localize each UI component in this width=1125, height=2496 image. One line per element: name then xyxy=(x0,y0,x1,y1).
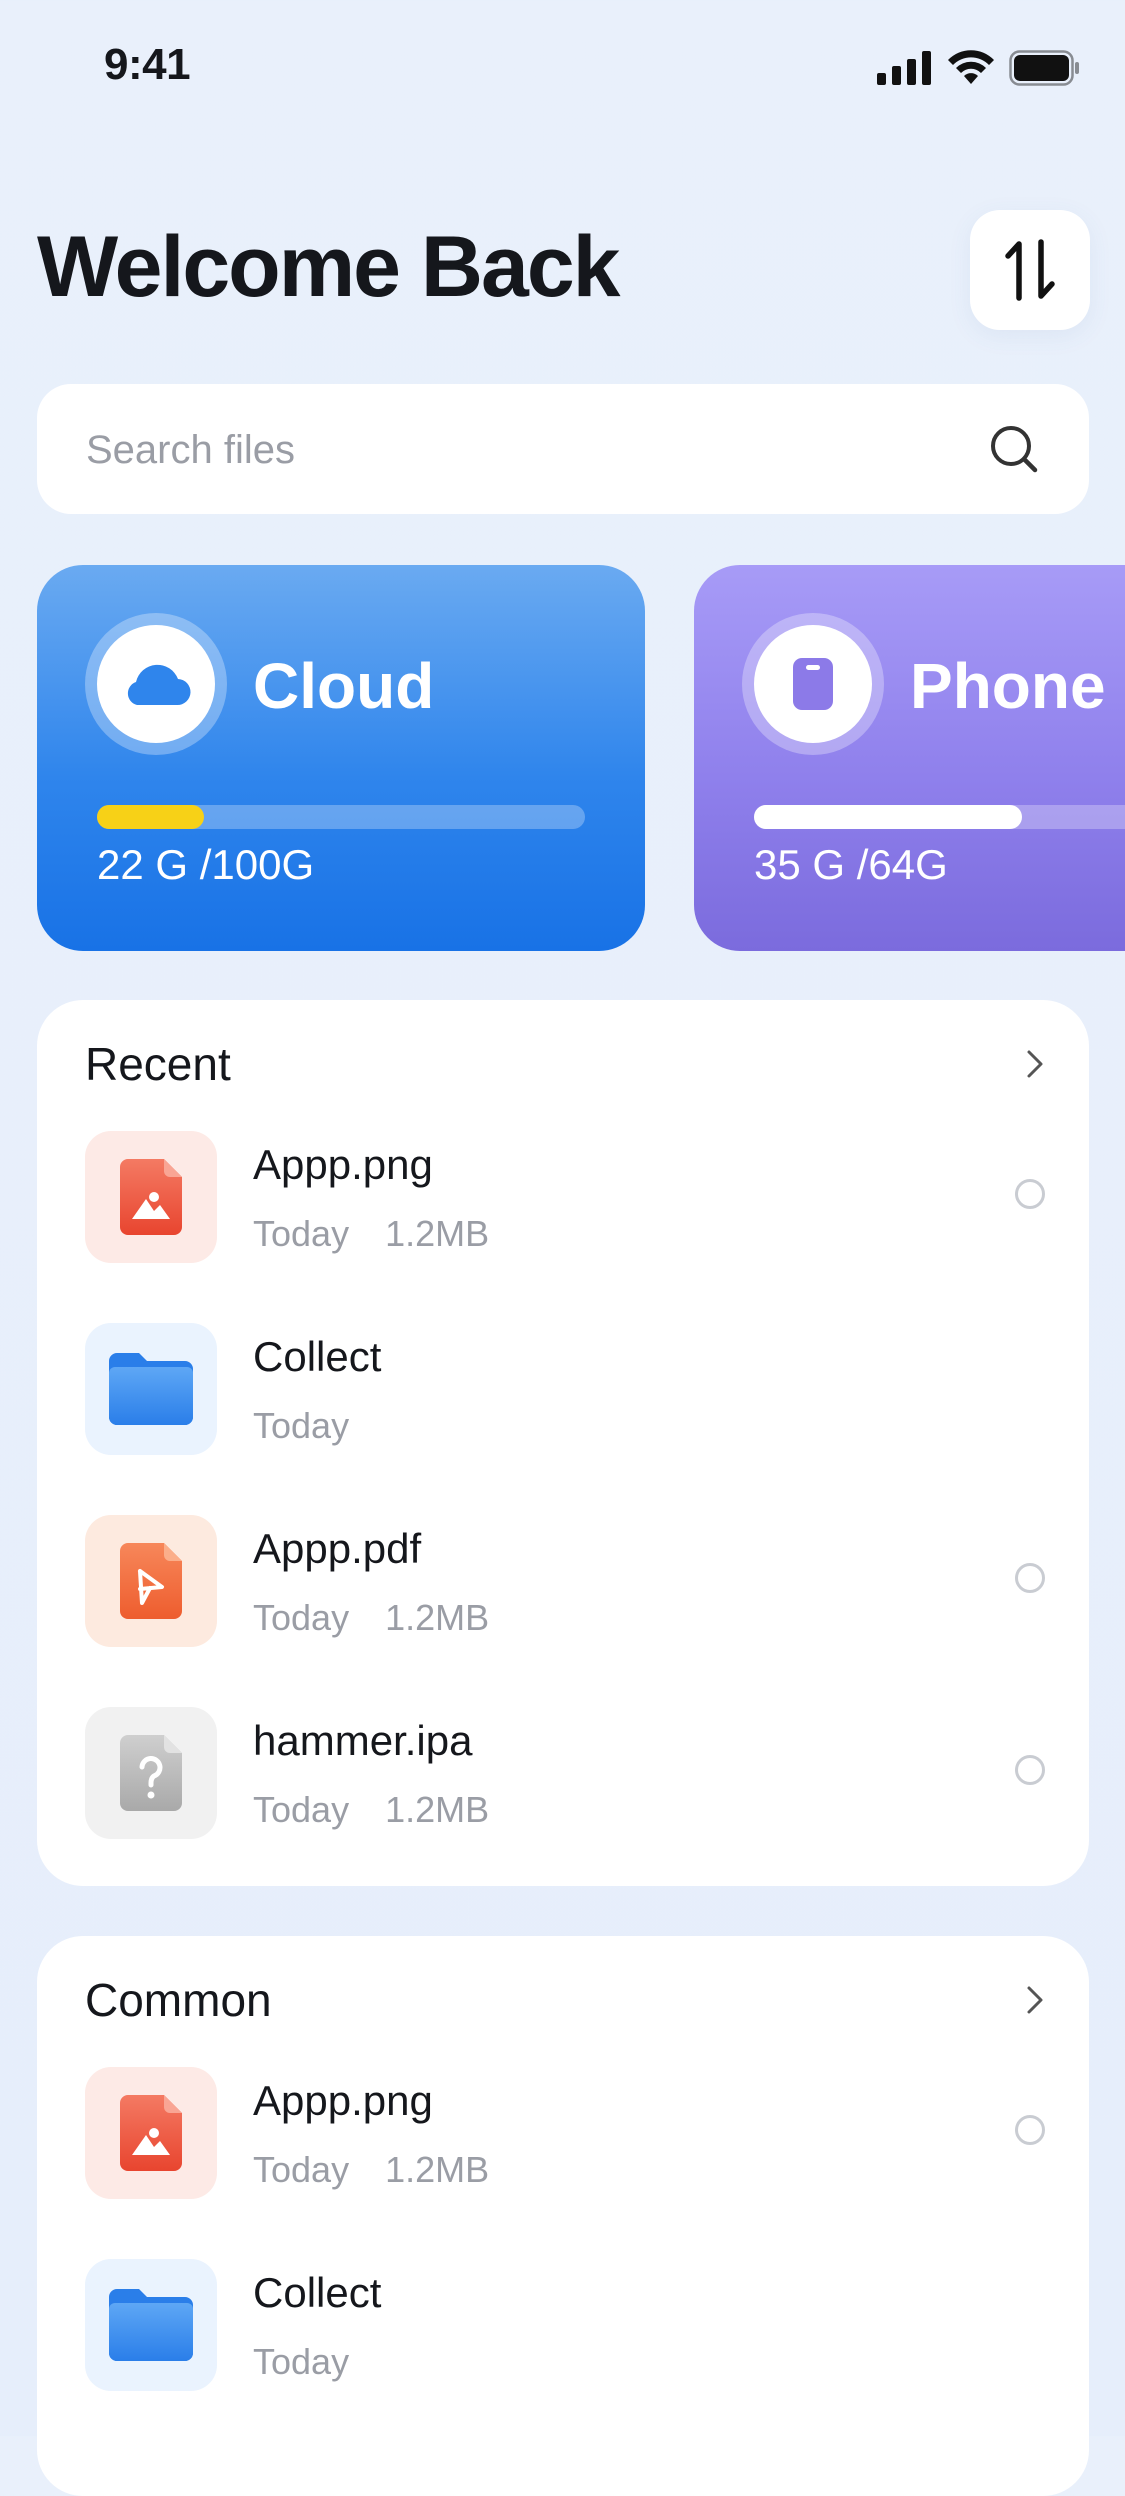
select-radio[interactable] xyxy=(1015,1755,1045,1785)
image-file-icon xyxy=(120,2095,182,2171)
file-date: Today xyxy=(253,1597,350,1638)
folder-icon xyxy=(109,1353,193,1425)
file-name: Collect xyxy=(253,1333,382,1380)
file-meta: Today 1.2MB xyxy=(253,1213,489,1255)
common-header[interactable]: Common xyxy=(85,1964,1045,2036)
file-date: Today xyxy=(253,1789,350,1830)
chevron-right-icon[interactable] xyxy=(1025,1048,1045,1080)
file-name: hammer.ipa xyxy=(253,1717,473,1764)
file-date: Today xyxy=(253,2341,350,2382)
file-size: 1.2MB xyxy=(385,2149,490,2190)
cloud-icon xyxy=(127,664,191,706)
chevron-right-icon[interactable] xyxy=(1025,1984,1045,2016)
file-date: Today xyxy=(253,1213,350,1254)
search-input[interactable] xyxy=(84,384,948,516)
storage-progress-fill xyxy=(754,805,1023,829)
search-bar[interactable] xyxy=(37,384,1089,516)
storage-usage-text: 22 G /100G xyxy=(97,841,315,888)
file-meta: Today xyxy=(253,2341,349,2383)
storage-card-cloud[interactable]: Cloud 22 G /100G xyxy=(37,565,645,951)
file-name: Appp.png xyxy=(253,2077,433,2124)
file-meta: Today 1.2MB xyxy=(253,2149,489,2191)
storage-progress-track xyxy=(754,805,1125,829)
storage-usage-text: 35 G /64G xyxy=(754,841,948,888)
pdf-file-icon xyxy=(120,1543,182,1619)
select-radio[interactable] xyxy=(1015,1563,1045,1593)
file-meta: Today 1.2MB xyxy=(253,1597,489,1639)
page-title: Welcome Back xyxy=(37,219,620,315)
select-radio[interactable] xyxy=(1015,2115,1045,2145)
battery-icon xyxy=(1009,50,1079,86)
image-file-thumbnail xyxy=(85,2067,217,2199)
pdf-file-thumbnail xyxy=(85,1515,217,1647)
storage-card-phone[interactable]: Phone 35 G /64G xyxy=(694,565,1125,951)
recent-header[interactable]: Recent xyxy=(85,1028,1045,1100)
section-title: Common xyxy=(85,1974,272,2026)
folder-thumbnail xyxy=(85,2259,217,2391)
image-file-icon xyxy=(120,1159,182,1235)
status-time: 9:41 xyxy=(104,40,191,89)
file-size: 1.2MB xyxy=(385,1213,490,1254)
search-icon[interactable] xyxy=(989,424,1039,474)
folder-icon xyxy=(109,2289,193,2361)
file-name: Appp.png xyxy=(253,1141,433,1188)
file-size: 1.2MB xyxy=(385,1597,490,1638)
storage-progress-track xyxy=(97,805,585,829)
cellular-signal-icon xyxy=(877,51,931,85)
phone-icon xyxy=(793,658,833,710)
file-meta: Today 1.2MB xyxy=(253,1789,489,1831)
storage-card-title: Phone xyxy=(910,650,1106,722)
list-item[interactable]: Appp.png Today 1.2MB xyxy=(85,1131,1045,1263)
list-item[interactable]: hammer.ipa Today 1.2MB xyxy=(85,1707,1045,1839)
file-name: Appp.pdf xyxy=(253,1525,422,1572)
list-item[interactable]: Collect Today xyxy=(85,2259,1045,2391)
storage-card-title: Cloud xyxy=(253,650,435,722)
file-meta: Today xyxy=(253,1405,349,1447)
select-radio[interactable] xyxy=(1015,1179,1045,1209)
storage-cards: Cloud 22 G /100G Phone 35 G /64G xyxy=(37,565,1125,951)
unknown-file-thumbnail xyxy=(85,1707,217,1839)
list-item[interactable]: Collect Today xyxy=(85,1323,1045,1455)
status-bar: 9:41 xyxy=(0,0,1125,140)
status-icons xyxy=(877,50,1081,86)
sort-button[interactable] xyxy=(970,210,1090,330)
file-date: Today xyxy=(253,1405,350,1446)
common-section: Common Appp.png Today 1.2MB Collect Toda… xyxy=(37,1936,1089,2496)
list-item[interactable]: Appp.png Today 1.2MB xyxy=(85,2067,1045,2199)
folder-thumbnail xyxy=(85,1323,217,1455)
file-name: Collect xyxy=(253,2269,382,2316)
phone-icon-badge xyxy=(742,613,884,755)
storage-progress-fill xyxy=(97,805,205,829)
recent-section: Recent Appp.png Today 1.2MB Collect Toda… xyxy=(37,1000,1089,1886)
wifi-icon xyxy=(948,50,994,84)
image-file-thumbnail xyxy=(85,1131,217,1263)
file-size: 1.2MB xyxy=(385,1789,490,1830)
section-title: Recent xyxy=(85,1038,231,1090)
sort-arrows-icon xyxy=(1005,239,1055,301)
file-date: Today xyxy=(253,2149,350,2190)
cloud-icon-badge xyxy=(85,613,227,755)
list-item[interactable]: Appp.pdf Today 1.2MB xyxy=(85,1515,1045,1647)
unknown-file-icon xyxy=(120,1735,182,1811)
